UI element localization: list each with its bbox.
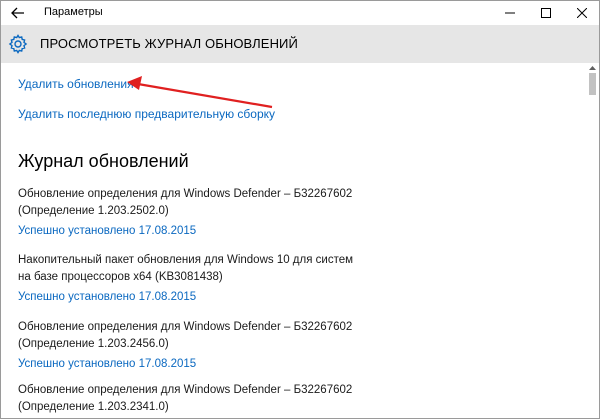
update-entry: Обновление определения для Windows Defen… (18, 319, 358, 370)
update-entry-title: Обновление определения для Windows Defen… (18, 321, 353, 333)
page-title: ПРОСМОТРЕТЬ ЖУРНАЛ ОБНОВЛЕНИЙ (40, 36, 298, 51)
update-entry-title: (Определение 1.203.2456.0) (18, 338, 169, 350)
maximize-icon (541, 8, 551, 18)
update-entry-title: Накопительный пакет обновления для Windo… (18, 254, 354, 266)
update-entry-status-link[interactable]: Успешно установлено 17.08.2015 (18, 225, 358, 237)
minimize-button[interactable] (495, 1, 525, 25)
close-button[interactable] (567, 1, 597, 25)
title-bar: Параметры (1, 1, 599, 25)
uninstall-updates-link[interactable]: Удалить обновления (18, 77, 134, 91)
update-entry-title: Обновление определения для Windows Defen… (18, 188, 353, 200)
maximize-button[interactable] (531, 1, 561, 25)
scrollbar-thumb[interactable] (589, 73, 596, 95)
vertical-scrollbar[interactable] (586, 63, 599, 418)
update-entry-title: (Определение 1.203.2341.0) (18, 401, 169, 413)
update-history-content: Удалить обновления Удалить последнюю пре… (1, 63, 586, 418)
update-entry-status-link[interactable]: Успешно установлено 17.08.2015 (18, 358, 358, 370)
uninstall-preview-build-link[interactable]: Удалить последнюю предварительную сборку (18, 107, 275, 121)
back-button[interactable] (5, 1, 31, 25)
back-arrow-icon (11, 7, 24, 19)
update-entry: Накопительный пакет обновления для Windo… (18, 252, 358, 303)
page-header: ПРОСМОТРЕТЬ ЖУРНАЛ ОБНОВЛЕНИЙ (1, 25, 599, 63)
gear-icon (8, 34, 28, 54)
minimize-icon (505, 12, 515, 14)
close-icon (577, 8, 587, 18)
update-entry-status-link[interactable]: Успешно установлено 17.08.2015 (18, 291, 358, 303)
update-entry: Обновление определения для Windows Defen… (18, 382, 358, 416)
update-entry-title: Обновление определения для Windows Defen… (18, 384, 353, 396)
app-title: Параметры (44, 6, 103, 18)
update-entry-title: (Определение 1.203.2502.0) (18, 205, 169, 217)
settings-window: Параметры ПРОСМОТРЕТЬ ЖУРНАЛ ОБНОВЛЕНИЙ (0, 0, 600, 419)
update-entry-title: на базе процессоров x64 (KB3081438) (18, 271, 223, 283)
update-history-heading: Журнал обновлений (18, 151, 189, 171)
scroll-up-arrow-icon[interactable] (588, 63, 597, 73)
update-entry: Обновление определения для Windows Defen… (18, 186, 358, 237)
